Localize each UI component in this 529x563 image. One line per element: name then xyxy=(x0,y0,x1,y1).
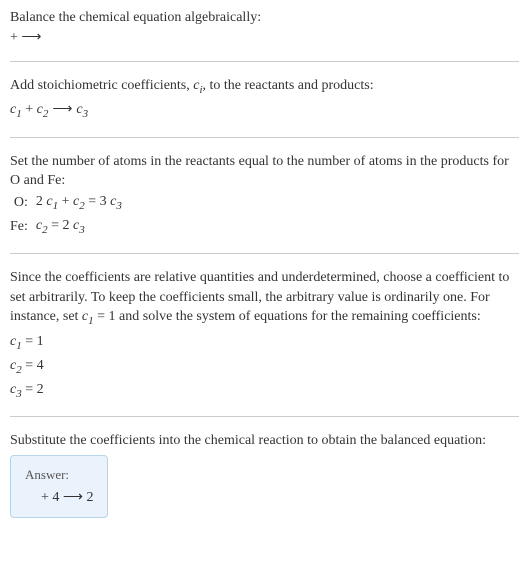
plus-1: + xyxy=(22,102,37,117)
divider xyxy=(10,61,519,62)
divider xyxy=(10,137,519,138)
arrow-1: ⟶ xyxy=(52,100,72,120)
answer-label: Answer: xyxy=(25,466,93,484)
step1-reaction: c1 + c2 ⟶ c3 xyxy=(10,100,519,122)
step3-text: Since the coefficients are relative quan… xyxy=(10,268,519,329)
atom-row-fe: Fe: c2 = 2 c3 xyxy=(10,215,126,239)
atom-equations: O: 2 c1 + c2 = 3 c3 Fe: c2 = 2 c3 xyxy=(10,191,126,239)
intro-text: Balance the chemical equation algebraica… xyxy=(10,8,519,28)
result-c2: c2 = 4 xyxy=(10,356,519,378)
atom-label-fe: Fe: xyxy=(10,215,36,239)
step2-section: Set the number of atoms in the reactants… xyxy=(10,152,519,240)
step4-section: Substitute the coefficients into the che… xyxy=(10,431,519,518)
step3-section: Since the coefficients are relative quan… xyxy=(10,268,519,402)
atom-row-o: O: 2 c1 + c2 = 3 c3 xyxy=(10,191,126,215)
step2-text: Set the number of atoms in the reactants… xyxy=(10,152,519,191)
answer-box: Answer: + 4 ⟶ 2 xyxy=(10,455,108,519)
intro-reaction: + ⟶ xyxy=(10,28,519,48)
c3-sub: 3 xyxy=(83,108,89,120)
atom-eq-fe: c2 = 2 c3 xyxy=(36,215,126,239)
atom-eq-o: 2 c1 + c2 = 3 c3 xyxy=(36,191,126,215)
step4-text: Substitute the coefficients into the che… xyxy=(10,431,519,451)
divider xyxy=(10,416,519,417)
result-c1: c1 = 1 xyxy=(10,332,519,354)
divider xyxy=(10,253,519,254)
atom-label-o: O: xyxy=(10,191,36,215)
result-c3: c3 = 2 xyxy=(10,380,519,402)
intro-section: Balance the chemical equation algebraica… xyxy=(10,8,519,47)
answer-equation: + 4 ⟶ 2 xyxy=(25,488,93,508)
c2-sub: 2 xyxy=(43,108,49,120)
step1-text: Add stoichiometric coefficients, ci, to … xyxy=(10,76,519,98)
step1-section: Add stoichiometric coefficients, ci, to … xyxy=(10,76,519,122)
